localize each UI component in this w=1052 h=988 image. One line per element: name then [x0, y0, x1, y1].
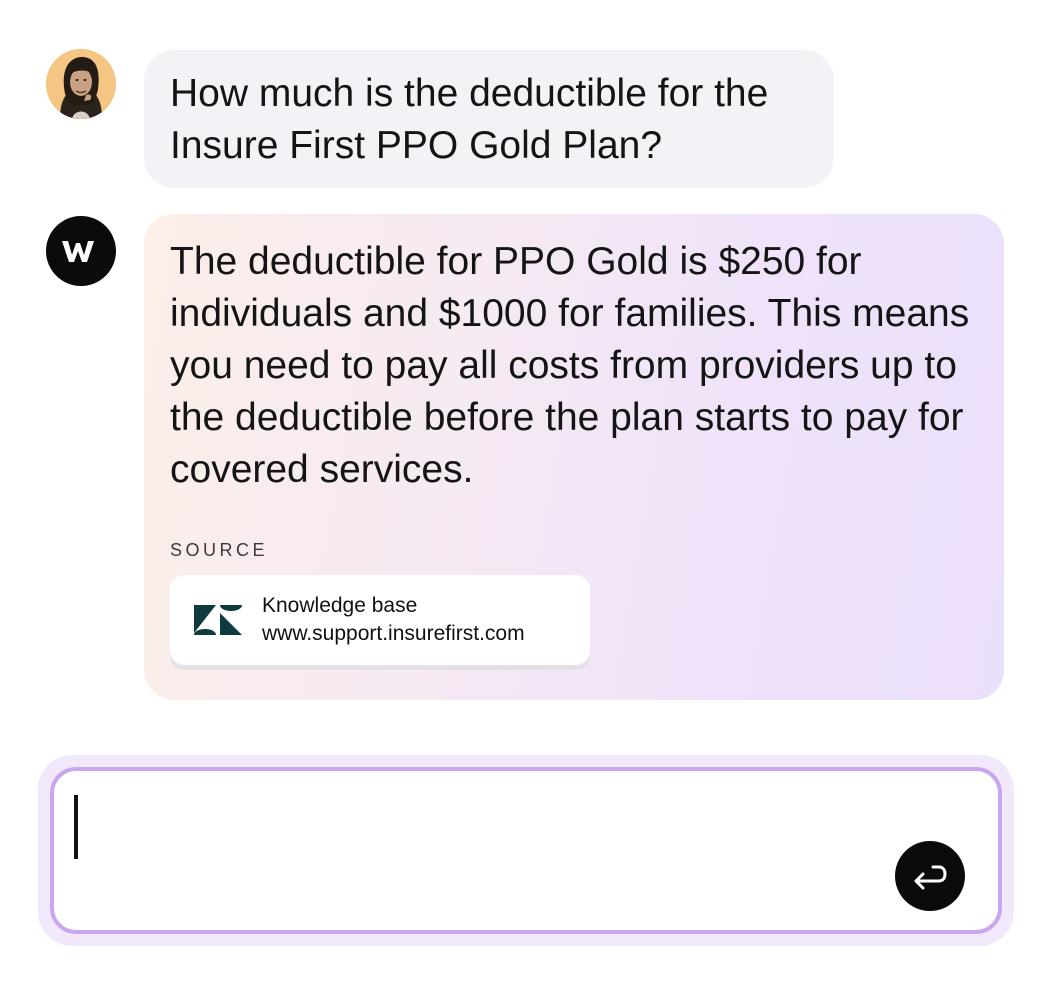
- user-message-bubble: How much is the deductible for the Insur…: [144, 50, 834, 188]
- zendesk-logo-icon: [194, 605, 242, 635]
- message-input-box[interactable]: [50, 767, 1002, 934]
- source-card[interactable]: Knowledge base www.support.insurefirst.c…: [170, 575, 590, 665]
- assistant-message-text: The deductible for PPO Gold is $250 for …: [170, 240, 970, 491]
- user-avatar-icon: [46, 49, 116, 119]
- assistant-message-bubble: The deductible for PPO Gold is $250 for …: [144, 214, 1004, 700]
- source-url[interactable]: www.support.insurefirst.com: [262, 620, 525, 648]
- message-input[interactable]: [86, 791, 886, 861]
- user-message-text: How much is the deductible for the Insur…: [170, 72, 769, 167]
- source-text: Knowledge base www.support.insurefirst.c…: [262, 592, 525, 648]
- text-caret: [74, 795, 78, 859]
- assistant-avatar: [46, 216, 116, 286]
- source-title: Knowledge base: [262, 594, 418, 617]
- w-logo-icon: [62, 241, 94, 262]
- enter-return-icon: [914, 865, 947, 890]
- composer: [38, 755, 1014, 946]
- send-button[interactable]: [895, 841, 965, 911]
- chat-window: How much is the deductible for the Insur…: [0, 0, 1052, 988]
- user-avatar: [46, 49, 116, 119]
- source-label: SOURCE: [170, 540, 269, 560]
